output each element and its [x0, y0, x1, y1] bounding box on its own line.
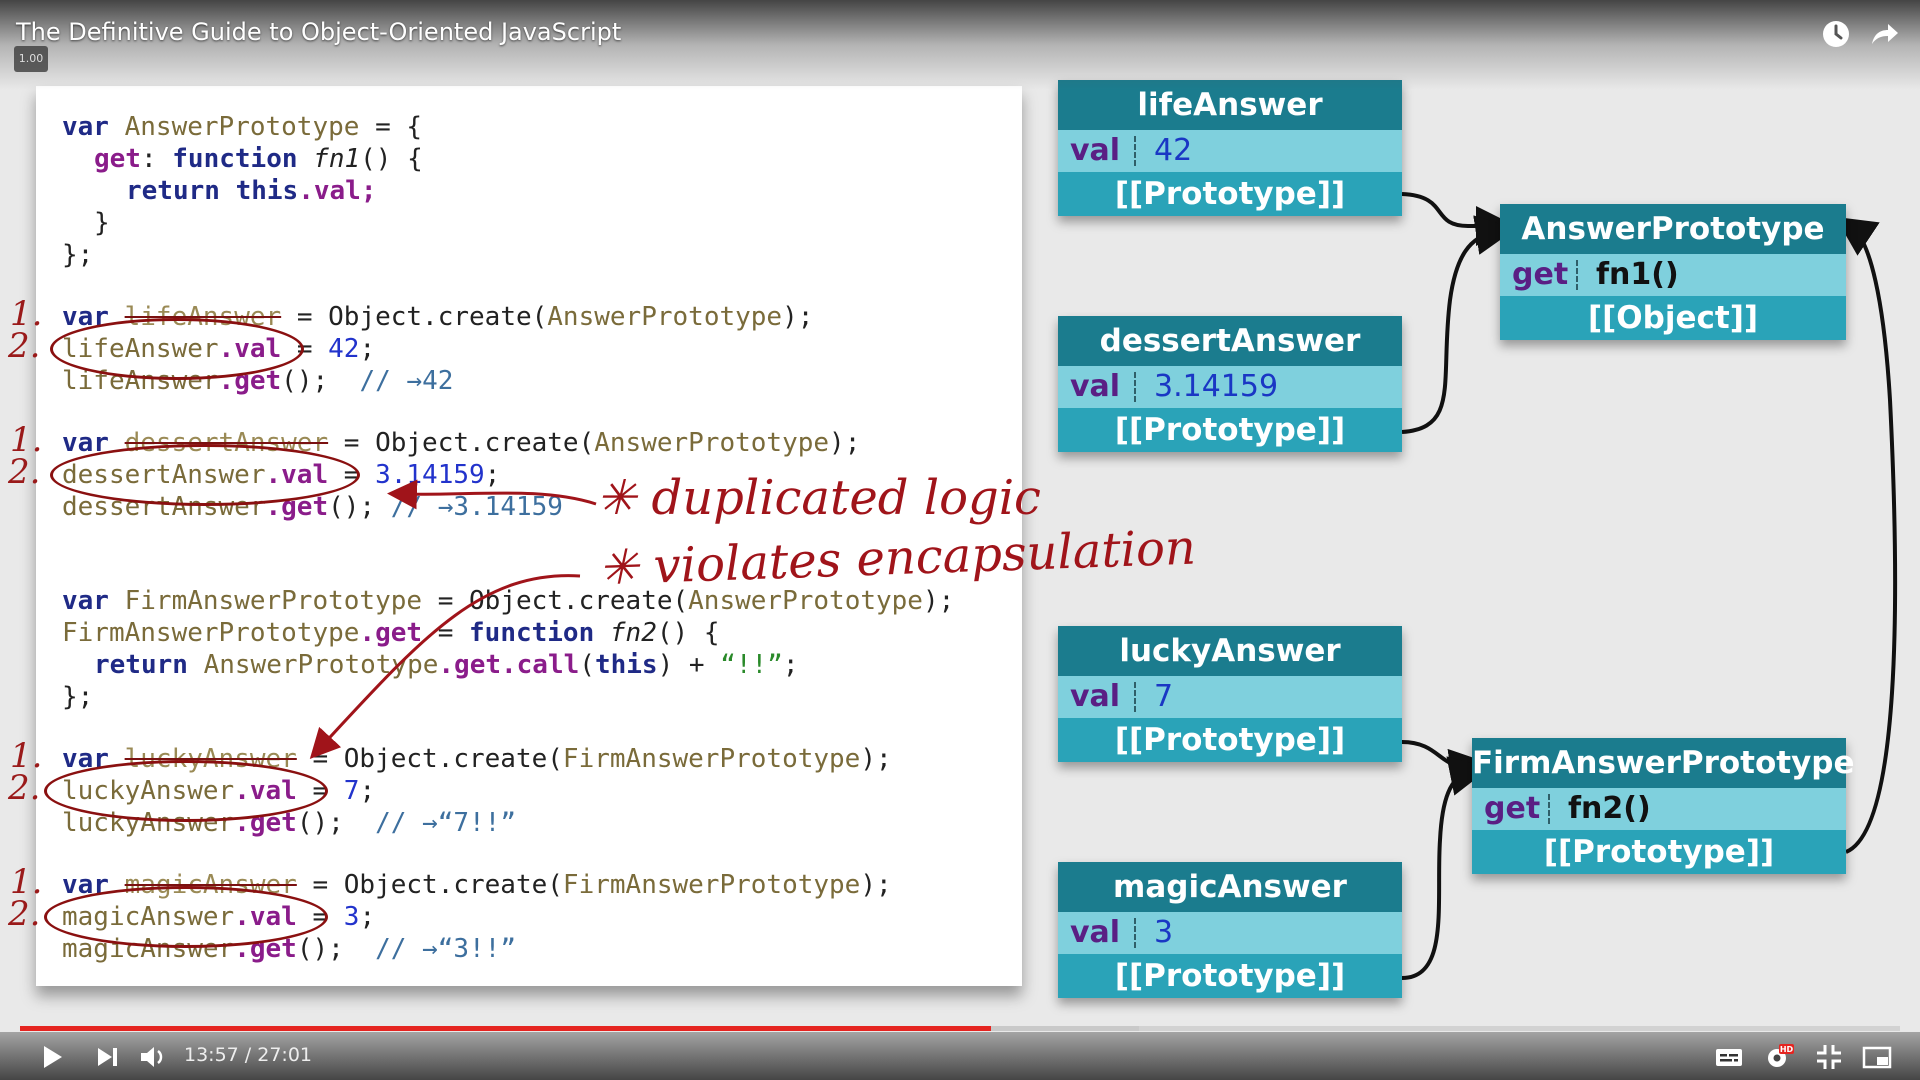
red-arrow	[309, 574, 581, 760]
proto-link	[1401, 740, 1490, 789]
share-icon[interactable]	[1868, 18, 1900, 50]
object-title: dessertAnswer	[1058, 316, 1402, 366]
property-key: val	[1070, 679, 1121, 714]
playback-speed-badge: 1.00	[14, 46, 48, 72]
property-key: val	[1070, 369, 1121, 404]
object-title: AnswerPrototype	[1500, 204, 1846, 254]
object-title: luckyAnswer	[1058, 626, 1402, 676]
object-property-row: val 3	[1058, 912, 1402, 954]
object-box-dessertAnswer: dessertAnswer val 3.14159 [[Prototype]]	[1058, 316, 1402, 452]
settings-hd-icon[interactable]: HD	[1762, 1040, 1796, 1074]
property-value: 3.14159	[1154, 369, 1279, 404]
property-key: val	[1070, 133, 1121, 168]
property-key: get	[1512, 257, 1569, 292]
video-title-bar: The Definitive Guide to Object-Oriented …	[0, 0, 1920, 90]
player-controls: 13:57 / 27:01 HD	[0, 1032, 1920, 1080]
video-title[interactable]: The Definitive Guide to Object-Oriented …	[16, 18, 621, 46]
exit-fullscreen-icon[interactable]	[1812, 1040, 1846, 1074]
prototype-slot: [[Prototype]]	[1114, 412, 1346, 448]
next-icon[interactable]	[90, 1040, 124, 1074]
object-box-luckyAnswer: luckyAnswer val 7 [[Prototype]]	[1058, 626, 1402, 762]
object-property-row: val 7	[1058, 676, 1402, 718]
object-box-FirmAnswerPrototype: FirmAnswerPrototype get fn2() [[Prototyp…	[1472, 738, 1855, 874]
annotation-arrows	[309, 192, 1898, 980]
object-property-row: get fn1()	[1500, 254, 1846, 296]
object-title: FirmAnswerPrototype	[1472, 738, 1855, 788]
row-divider	[1134, 682, 1136, 712]
property-value: 3	[1154, 915, 1174, 950]
object-box-magicAnswer: magicAnswer val 3 [[Prototype]]	[1058, 862, 1402, 998]
prototype-slot: [[Prototype]]	[1114, 958, 1346, 994]
property-value: 7	[1154, 679, 1174, 714]
clock-icon[interactable]	[1820, 18, 1852, 50]
svg-text:HD: HD	[1780, 1045, 1794, 1054]
object-property-row: get fn2()	[1472, 788, 1846, 830]
object-box-AnswerPrototype: AnswerPrototype get fn1() [[Object]]	[1500, 204, 1846, 340]
prototype-slot: [[Prototype]]	[1114, 722, 1346, 758]
proto-link	[1401, 756, 1490, 980]
property-key: val	[1070, 915, 1121, 950]
proto-link	[1401, 192, 1516, 246]
row-divider	[1134, 918, 1136, 948]
object-title: magicAnswer	[1058, 862, 1402, 912]
row-divider	[1548, 794, 1550, 824]
property-value: 42	[1154, 133, 1193, 168]
progress-bar[interactable]	[20, 1026, 1900, 1031]
object-property-row: val 42	[1058, 130, 1402, 172]
property-value: fn1()	[1596, 257, 1679, 292]
time-display: 13:57 / 27:01	[184, 1044, 312, 1066]
prototype-slot: [[Object]]	[1587, 300, 1759, 336]
row-divider	[1134, 372, 1136, 402]
play-icon[interactable]	[34, 1040, 68, 1074]
volume-icon[interactable]	[136, 1040, 170, 1074]
row-divider	[1134, 136, 1136, 166]
property-value: fn2()	[1568, 791, 1651, 826]
row-divider	[1576, 260, 1578, 290]
captions-icon[interactable]	[1712, 1040, 1746, 1074]
prototype-slot: [[Prototype]]	[1114, 176, 1346, 212]
object-box-lifeAnswer: lifeAnswer val 42 [[Prototype]]	[1058, 80, 1402, 216]
progress-played	[20, 1026, 992, 1031]
red-arrow	[387, 479, 597, 510]
miniplayer-icon[interactable]	[1860, 1040, 1894, 1074]
property-key: get	[1484, 791, 1541, 826]
object-property-row: val 3.14159	[1058, 366, 1402, 408]
prototype-slot: [[Prototype]]	[1543, 834, 1775, 870]
proto-link	[1401, 215, 1516, 434]
